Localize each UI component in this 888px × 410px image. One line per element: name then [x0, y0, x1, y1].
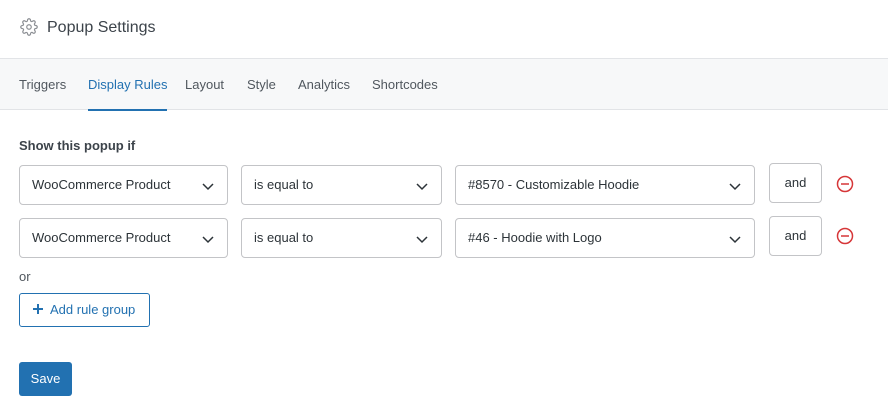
chevron-down-icon [416, 236, 428, 244]
rule-operator-select[interactable]: is equal to [241, 218, 442, 258]
add-rule-group-button[interactable]: Add rule group [19, 293, 150, 327]
rule-operator-value: is equal to [254, 230, 314, 245]
or-label: or [19, 269, 31, 284]
tab-shortcodes[interactable]: Shortcodes [372, 59, 438, 110]
rule-operator-value: is equal to [254, 177, 314, 192]
tab-analytics[interactable]: Analytics [298, 59, 350, 110]
chevron-down-icon [416, 183, 428, 191]
chevron-down-icon [202, 236, 214, 244]
tab-display-rules[interactable]: Display Rules [88, 59, 168, 111]
rule-type-select[interactable]: WooCommerce Product [19, 218, 228, 258]
rule-type-value: WooCommerce Product [32, 177, 171, 192]
rule-operator-select[interactable]: is equal to [241, 165, 442, 205]
chevron-down-icon [729, 236, 741, 244]
and-button[interactable]: and [769, 216, 822, 256]
display-rules-panel [0, 111, 888, 410]
rule-value: #46 - Hoodie with Logo [468, 230, 602, 245]
rules-heading: Show this popup if [19, 138, 136, 153]
settings-header: Popup Settings [0, 0, 888, 59]
plus-icon [33, 304, 43, 314]
chevron-down-icon [202, 183, 214, 191]
page-title: Popup Settings [47, 19, 156, 36]
tab-layout[interactable]: Layout [185, 59, 224, 110]
and-button[interactable]: and [769, 163, 822, 203]
rule-type-select[interactable]: WooCommerce Product [19, 165, 228, 205]
rule-type-value: WooCommerce Product [32, 230, 171, 245]
tab-style[interactable]: Style [247, 59, 276, 110]
tab-triggers[interactable]: Triggers [19, 59, 66, 110]
rule-value-select[interactable]: #46 - Hoodie with Logo [455, 218, 755, 258]
gear-icon [20, 18, 38, 36]
remove-rule-icon[interactable] [836, 227, 854, 245]
add-rule-group-label: Add rule group [50, 302, 136, 317]
chevron-down-icon [729, 183, 741, 191]
rule-value: #8570 - Customizable Hoodie [468, 177, 640, 192]
settings-tabs: Triggers Display Rules Layout Style Anal… [0, 59, 888, 111]
save-button[interactable]: Save [19, 362, 72, 396]
remove-rule-icon[interactable] [836, 175, 854, 193]
rule-value-select[interactable]: #8570 - Customizable Hoodie [455, 165, 755, 205]
